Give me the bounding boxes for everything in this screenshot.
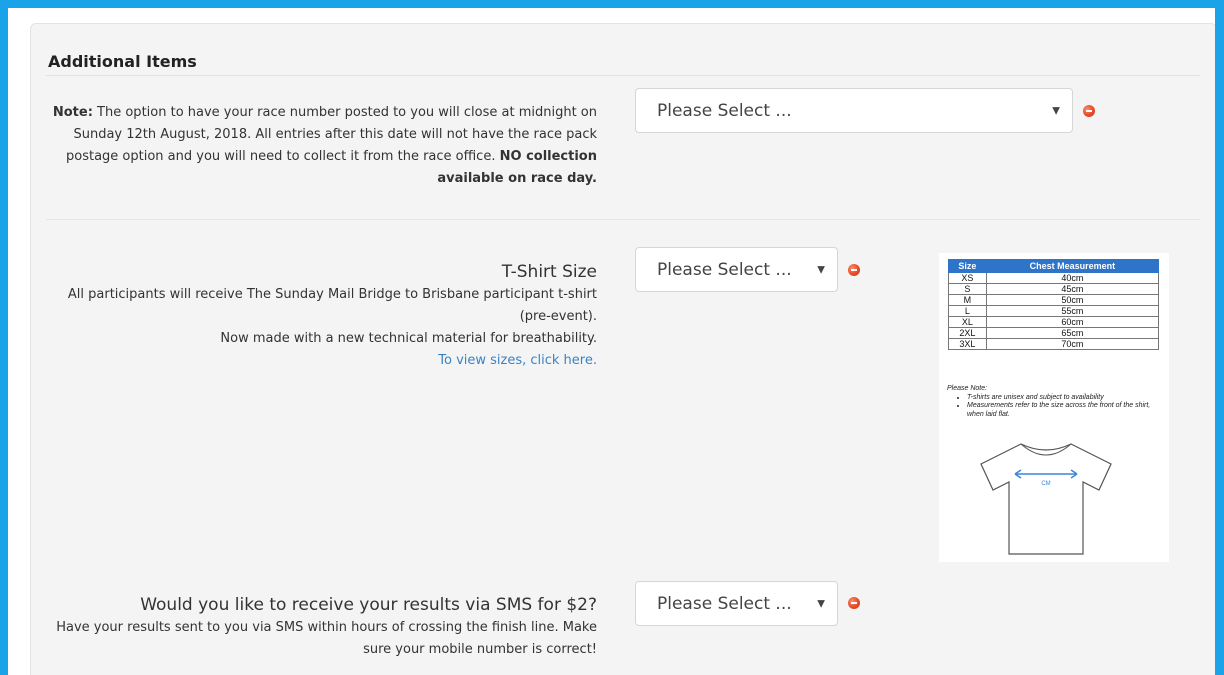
chest-cell: 55cm — [985, 305, 1160, 317]
divider — [46, 75, 1200, 76]
note-bullet: T-shirts are unisex and subject to avail… — [967, 394, 1165, 403]
section-title: Additional Items — [48, 52, 197, 71]
size-cell: S — [948, 283, 987, 295]
tshirt-size-select[interactable]: Please Select ... ▼ — [635, 247, 838, 292]
sms-desc: Have your results sent to you via SMS wi… — [56, 620, 597, 657]
size-cell: XS — [948, 272, 987, 284]
tshirt-size-desc: All participants will receive The Sunday… — [67, 287, 597, 324]
size-cell: XL — [948, 316, 987, 328]
size-header: Size — [948, 259, 987, 273]
sms-select[interactable]: Please Select ... ▼ — [635, 581, 838, 626]
postage-select[interactable]: Please Select ... ▼ — [635, 88, 1073, 133]
page-frame: Additional Items Note: The option to hav… — [8, 8, 1215, 675]
chest-cell: 65cm — [985, 327, 1160, 339]
postage-note: Note: The option to have your race numbe… — [48, 102, 597, 190]
chest-cell: 70cm — [985, 338, 1160, 350]
postage-select-value: Please Select ... — [657, 100, 792, 121]
note-title: Please Note: — [947, 385, 988, 392]
tshirt-select-value: Please Select ... — [657, 259, 792, 280]
tshirt-material-desc: Now made with a new technical material f… — [220, 331, 597, 346]
chest-cell: 60cm — [985, 316, 1160, 328]
dropdown-arrow-icon: ▼ — [817, 598, 825, 609]
tshirt-size-label: T-Shirt Size — [501, 262, 597, 282]
size-chart-table: Size Chest Measurement XS 40cm S 45cm M 50c… — [948, 259, 1160, 350]
required-dot-icon — [848, 597, 860, 609]
chest-cell: 45cm — [985, 283, 1160, 295]
size-cell: 3XL — [948, 338, 987, 350]
divider — [46, 219, 1200, 220]
chest-cell: 50cm — [985, 294, 1160, 306]
diagram-label: CM — [1041, 481, 1050, 487]
view-sizes-link[interactable]: To view sizes, click here. — [48, 350, 597, 372]
required-dot-icon — [848, 264, 860, 276]
sms-select-value: Please Select ... — [657, 593, 792, 614]
size-cell: M — [948, 294, 987, 306]
sms-label-block: Would you like to receive your results v… — [48, 593, 597, 661]
size-chart-note: Please Note: T-shirts are unisex and sub… — [947, 385, 1165, 419]
dropdown-arrow-icon: ▼ — [1052, 105, 1060, 116]
sms-label: Would you like to receive your results v… — [140, 595, 597, 615]
size-chart-image: Size Chest Measurement XS 40cm S 45cm M 50c… — [939, 253, 1169, 562]
tshirt-diagram-icon: CM — [980, 443, 1112, 555]
tshirt-size-label-block: T-Shirt Size All participants will recei… — [48, 260, 597, 372]
size-cell: L — [948, 305, 987, 317]
required-dot-icon — [1083, 105, 1095, 117]
chest-cell: 40cm — [985, 272, 1160, 284]
dropdown-arrow-icon: ▼ — [817, 264, 825, 275]
size-cell: 2XL — [948, 327, 987, 339]
note-label: Note: — [52, 105, 93, 120]
additional-items-panel: Additional Items Note: The option to hav… — [30, 23, 1215, 675]
note-bullet: Measurements refer to the size across th… — [967, 402, 1165, 419]
chest-header: Chest Measurement — [985, 259, 1160, 273]
